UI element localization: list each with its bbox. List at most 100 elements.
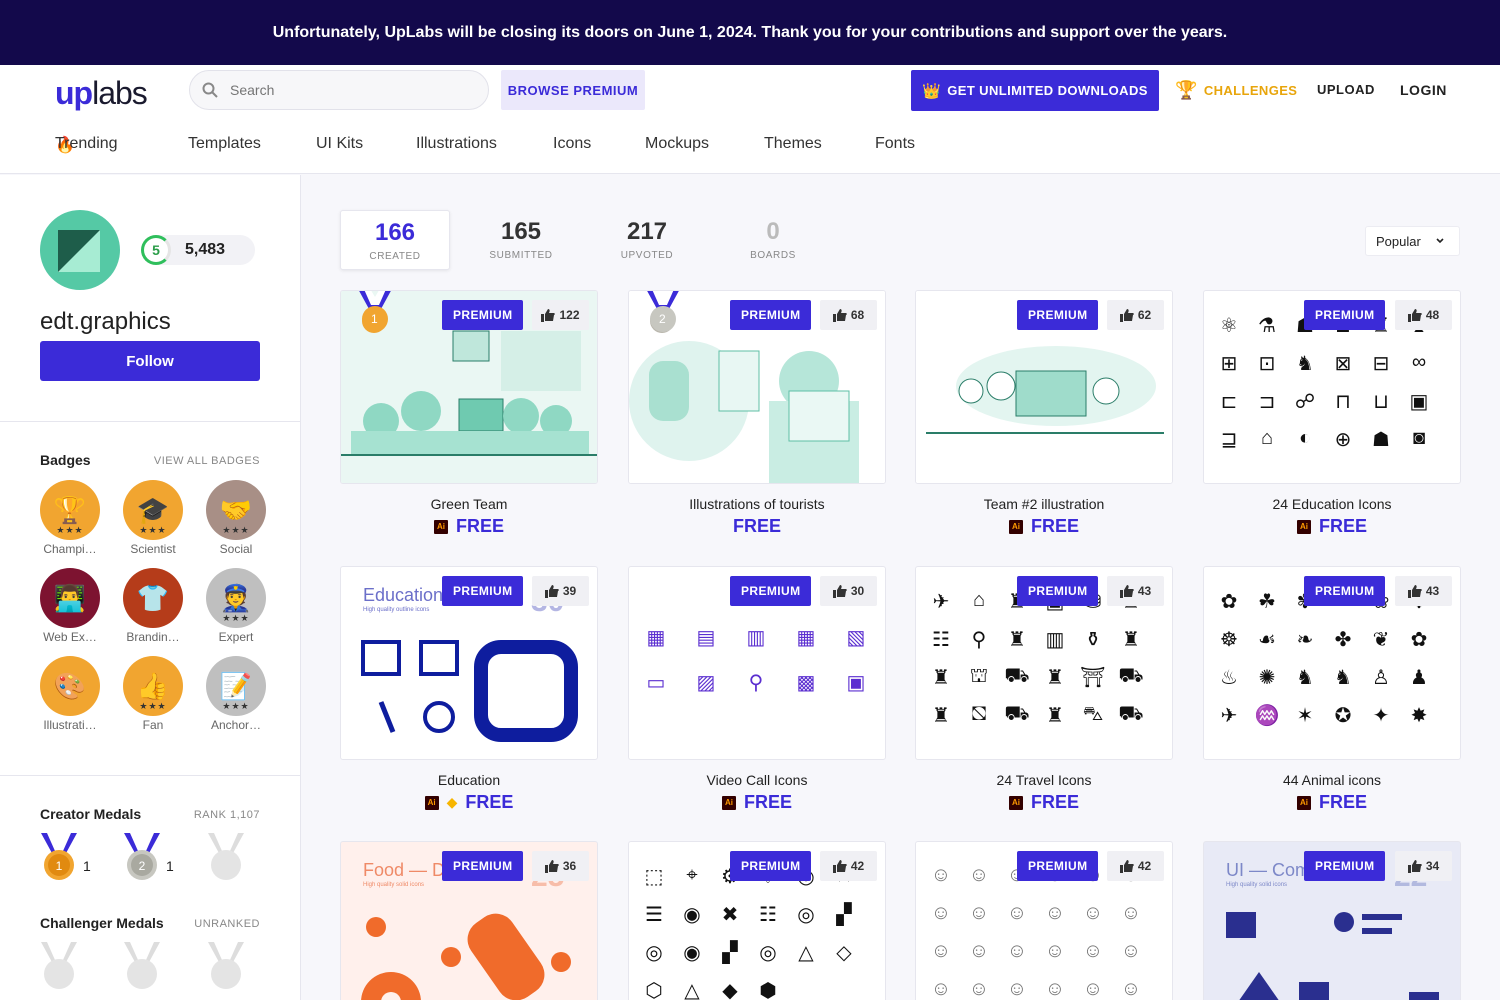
uplabs-logo[interactable]: up labs [55,75,148,111]
tab-created[interactable]: 166 CREATED [340,210,450,270]
shot-card[interactable]: PREMIUM 68 2 Illustrations of tourists FREE [628,290,886,537]
browse-premium-button[interactable]: BROWSE PREMIUM [501,70,645,110]
like-button[interactable]: 34 [1395,851,1452,881]
premium-badge[interactable]: PREMIUM [1017,851,1099,881]
premium-badge[interactable]: PREMIUM [1304,851,1386,881]
nav-illustrations[interactable]: Illustrations [416,135,497,153]
free-label[interactable]: FREE [744,792,792,813]
shot-card[interactable]: ✿☘✾♣❀✥☸☙❧✤❦✿♨✺♞♞♙♟✈♒✶✪✦✸PREMIUM4344 Anim… [1203,566,1461,813]
badge-item[interactable]: 👕 Brandin… [123,568,183,644]
like-button[interactable]: 122 [532,300,589,330]
free-label[interactable]: FREE [1319,516,1367,537]
free-label[interactable]: FREE [456,516,504,537]
shot-thumbnail[interactable]: PREMIUM 68 2 [628,290,886,484]
shot-card[interactable]: EducationHigh quality outline icons30PRE… [340,566,598,813]
badge-item[interactable]: 📝 ★★★ Anchor… [206,656,266,732]
shot-title[interactable]: Education [340,772,598,788]
free-label[interactable]: FREE [1031,516,1079,537]
shot-card[interactable]: ⬚⌖⚙⚛◎✕☰◉✖☷◎▞◎◉▞◎△◇⬡△◆⬢PREMIUM42 [628,841,886,1000]
shot-thumbnail[interactable]: ✿☘✾♣❀✥☸☙❧✤❦✿♨✺♞♞♙♟✈♒✶✪✦✸PREMIUM43 [1203,566,1461,760]
like-button[interactable]: 43 [1395,576,1452,606]
search-box[interactable] [189,70,489,110]
shot-thumbnail[interactable]: UI — ComHigh quality solid icons22PREMIU… [1203,841,1461,1000]
premium-badge[interactable]: PREMIUM [730,851,812,881]
shot-card[interactable]: ⚛⚗☗♟♜♝⊞⊡♞⊠⊟∞⊏⊐☍⊓⊔▣⊒⌂◐⊕☗◙PREMIUM4824 Educ… [1203,290,1461,537]
premium-badge[interactable]: PREMIUM [442,851,524,881]
icon-preview-glyph: ⚲ [748,672,764,694]
avatar[interactable] [40,210,120,290]
shot-thumbnail[interactable]: ☺☺☺☺☺☺☺☺☺☺☺☺☺☺☺☺☺☺☺☺☺☺☺☺PREMIUM42 [915,841,1173,1000]
tab-boards[interactable]: 0 BOARDS [718,210,828,270]
like-button[interactable]: 48 [1395,300,1452,330]
like-button[interactable]: 30 [820,576,877,606]
badge-item[interactable]: 👨‍💻 Web Ex… [40,568,100,644]
shot-thumbnail[interactable]: ⬚⌖⚙⚛◎✕☰◉✖☷◎▞◎◉▞◎△◇⬡△◆⬢PREMIUM42 [628,841,886,1000]
challenges-link[interactable]: 🏆 CHALLENGES [1175,78,1297,102]
icon-preview-glyph: ▞ [722,942,738,964]
badge-item[interactable]: 🏆 ★★★ Champi… [40,480,100,556]
shot-card[interactable]: UI — ComHigh quality solid icons22PREMIU… [1203,841,1461,1000]
nav-templates[interactable]: Templates [188,135,261,153]
upload-link[interactable]: UPLOAD [1317,82,1375,97]
premium-badge[interactable]: PREMIUM [1017,300,1099,330]
badge-item[interactable]: 🎓 ★★★ Scientist [123,480,183,556]
follow-button[interactable]: Follow [40,341,260,381]
shot-thumbnail[interactable]: ⚛⚗☗♟♜♝⊞⊡♞⊠⊟∞⊏⊐☍⊓⊔▣⊒⌂◐⊕☗◙PREMIUM48 [1203,290,1461,484]
shot-title[interactable]: Green Team [340,496,598,512]
nav-ui-kits[interactable]: UI Kits [316,135,363,153]
shot-thumbnail[interactable]: ▦ ▤ ▥ ▦ ▧ ▭ ▨ ⚲ ▩ ▣ PREMIUM 30 [628,566,886,760]
free-label[interactable]: FREE [1319,792,1367,813]
shot-thumbnail[interactable]: PREMIUM 62 [915,290,1173,484]
badge-item[interactable]: 🎨 Illustrati… [40,656,100,732]
tab-submitted[interactable]: 165 SUBMITTED [466,210,576,270]
free-label[interactable]: FREE [733,516,781,537]
shot-title[interactable]: Illustrations of tourists [628,496,886,512]
shot-thumbnail[interactable]: EducationHigh quality outline icons30PRE… [340,566,598,760]
like-button[interactable]: 68 [820,300,877,330]
premium-badge[interactable]: PREMIUM [1017,576,1099,606]
free-label[interactable]: FREE [465,792,513,813]
shot-thumbnail[interactable]: Food — DHigh quality solid icons25PREMIU… [340,841,598,1000]
shot-title[interactable]: 24 Travel Icons [915,772,1173,788]
premium-badge[interactable]: PREMIUM [730,300,812,330]
like-button[interactable]: 39 [532,576,589,606]
premium-badge[interactable]: PREMIUM [442,300,524,330]
tab-upvoted[interactable]: 217 UPVOTED [592,210,702,270]
premium-badge[interactable]: PREMIUM [1304,576,1386,606]
shot-title[interactable]: Team #2 illustration [915,496,1173,512]
badge-item[interactable]: 👮 ★★★ Expert [206,568,266,644]
badge-item[interactable]: 👍 ★★★ Fan [123,656,183,732]
shot-title[interactable]: 44 Animal icons [1203,772,1461,788]
shot-thumbnail[interactable]: ✈⌂♜▣⛁♜☷⚲♜▥⚱♜♜⛫⛟♜⛩⛟♜⛞⛟♜⛍⛟PREMIUM43 [915,566,1173,760]
shot-title[interactable]: 24 Education Icons [1203,496,1461,512]
shot-card[interactable]: PREMIUM 122 1 Green Team Ai FREE [340,290,598,537]
like-button[interactable]: 43 [1107,576,1164,606]
login-link[interactable]: LOGIN [1400,82,1447,98]
like-button[interactable]: 42 [1107,851,1164,881]
sort-select[interactable]: Popular [1365,226,1460,256]
shot-title[interactable]: Video Call Icons [628,772,886,788]
shot-card[interactable]: ☺☺☺☺☺☺☺☺☺☺☺☺☺☺☺☺☺☺☺☺☺☺☺☺PREMIUM42 [915,841,1173,1000]
premium-badge[interactable]: PREMIUM [1304,300,1386,330]
like-button[interactable]: 62 [1107,300,1164,330]
get-unlimited-downloads-button[interactable]: 👑 GET UNLIMITED DOWNLOADS [911,70,1159,111]
free-label[interactable]: FREE [1031,792,1079,813]
premium-badge[interactable]: PREMIUM [730,576,812,606]
nav-icons[interactable]: Icons [553,135,591,153]
shot-thumbnail[interactable]: PREMIUM 122 1 [340,290,598,484]
like-button[interactable]: 36 [532,851,589,881]
icon-preview-glyph: ∞ [1411,351,1427,373]
nav-mockups[interactable]: Mockups [645,135,709,153]
shot-card[interactable]: ✈⌂♜▣⛁♜☷⚲♜▥⚱♜♜⛫⛟♜⛩⛟♜⛞⛟♜⛍⛟PREMIUM4324 Trav… [915,566,1173,813]
premium-badge[interactable]: PREMIUM [442,576,524,606]
search-input[interactable] [230,82,450,98]
badge-item[interactable]: 🤝 ★★★ Social [206,480,266,556]
like-button[interactable]: 42 [820,851,877,881]
shot-card[interactable]: ▦ ▤ ▥ ▦ ▧ ▭ ▨ ⚲ ▩ ▣ PREMIUM 30 Video Call Icons Ai FRE… [628,566,886,813]
thumbs-up-icon [832,584,847,598]
view-all-badges-link[interactable]: VIEW ALL BADGES [154,455,260,467]
nav-fonts[interactable]: Fonts [875,135,915,153]
shot-card[interactable]: PREMIUM 62 Team #2 illustration Ai FREE [915,290,1173,537]
nav-themes[interactable]: Themes [764,135,822,153]
shot-card[interactable]: Food — DHigh quality solid icons25PREMIU… [340,841,598,1000]
